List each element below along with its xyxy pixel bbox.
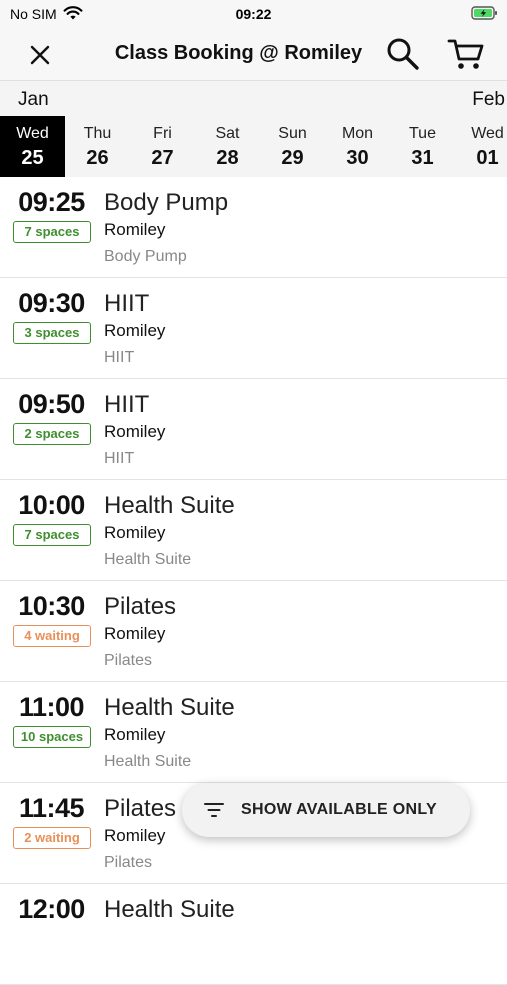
app-header: Class Booking @ Romiley <box>0 28 507 81</box>
month-label-left: Jan <box>18 89 49 110</box>
class-row[interactable]: 10:00 7 spaces Health Suite Romiley Heal… <box>0 480 507 581</box>
class-category: Health Suite <box>104 551 192 568</box>
cart-icon <box>447 39 484 69</box>
class-category: Body Pump <box>104 248 187 265</box>
class-row[interactable]: 10:30 4 waiting Pilates Romiley Pilates <box>0 581 507 682</box>
day-number: 30 <box>346 147 369 169</box>
class-row[interactable]: 09:30 3 spaces HIIT Romiley HIIT <box>0 278 507 379</box>
cart-button[interactable] <box>444 36 488 72</box>
day-name: Wed <box>16 125 49 142</box>
class-location: Romiley <box>104 220 166 239</box>
status-bar: No SIM 09:22 <box>0 0 507 28</box>
class-name: Health Suite <box>104 492 235 519</box>
class-time: 09:50 <box>18 389 85 419</box>
class-location: Romiley <box>104 725 166 744</box>
class-time: 12:00 <box>18 894 85 924</box>
day-fri-27[interactable]: Fri 27 <box>130 116 195 177</box>
month-label-right: Feb <box>472 89 505 110</box>
day-mon-30[interactable]: Mon 30 <box>325 116 390 177</box>
date-strip: Jan Feb Wed 25 Thu 26 Fri 27 Sat 28 Sun … <box>0 81 507 177</box>
class-location: Romiley <box>104 523 166 542</box>
class-name: Health Suite <box>104 694 235 721</box>
class-name: Pilates <box>104 795 177 822</box>
class-name: HIIT <box>104 391 150 418</box>
search-icon <box>387 38 419 70</box>
day-name: Sat <box>215 125 240 142</box>
class-list: 09:25 7 spaces Body Pump Romiley Body Pu… <box>0 177 507 985</box>
day-tue-31[interactable]: Tue 31 <box>390 116 455 177</box>
day-number: 26 <box>86 147 109 169</box>
class-category: Pilates <box>104 652 153 669</box>
availability-badge: 3 spaces <box>13 322 91 344</box>
availability-badge: 7 spaces <box>13 221 91 243</box>
day-number: 25 <box>21 147 44 169</box>
class-location: Romiley <box>104 422 166 441</box>
class-time: 11:45 <box>18 793 85 823</box>
class-name: Pilates <box>104 593 177 620</box>
class-category: Health Suite <box>104 753 192 770</box>
class-row[interactable]: 11:00 10 spaces Health Suite Romiley Hea… <box>0 682 507 783</box>
class-location: Romiley <box>104 624 166 643</box>
clock: 09:22 <box>235 6 272 22</box>
class-category: Pilates <box>104 854 153 871</box>
day-sat-28[interactable]: Sat 28 <box>195 116 260 177</box>
day-name: Wed <box>471 125 504 142</box>
availability-badge: 2 spaces <box>13 423 91 445</box>
day-wed-01[interactable]: Wed 01 <box>455 116 507 177</box>
day-name: Tue <box>409 125 436 142</box>
availability-badge: 7 spaces <box>13 524 91 546</box>
class-name: Body Pump <box>104 189 229 216</box>
show-available-only-button[interactable]: SHOW AVAILABLE ONLY <box>182 783 470 837</box>
filter-icon <box>204 803 224 817</box>
availability-badge: 10 spaces <box>13 726 91 748</box>
day-name: Mon <box>341 125 374 142</box>
day-name: Fri <box>153 125 172 142</box>
day-wed-25[interactable]: Wed 25 <box>0 116 65 177</box>
class-location: Romiley <box>104 321 166 340</box>
day-number: 31 <box>411 147 434 169</box>
day-number: 01 <box>476 147 499 169</box>
availability-badge: 4 waiting <box>13 625 91 647</box>
battery-charging-icon <box>471 5 499 26</box>
day-name: Sun <box>278 125 307 142</box>
class-row[interactable]: 12:00 Health Suite <box>0 884 507 985</box>
class-location: Romiley <box>104 826 166 845</box>
search-button[interactable] <box>384 36 422 72</box>
class-name: HIIT <box>104 290 150 317</box>
class-time: 09:25 <box>18 187 85 217</box>
class-row[interactable]: 09:50 2 spaces HIIT Romiley HIIT <box>0 379 507 480</box>
day-sun-29[interactable]: Sun 29 <box>260 116 325 177</box>
class-time: 09:30 <box>18 288 85 318</box>
class-category: HIIT <box>104 349 135 366</box>
class-name: Health Suite <box>104 896 235 923</box>
day-number: 29 <box>281 147 304 169</box>
filter-button-label: SHOW AVAILABLE ONLY <box>241 801 437 818</box>
availability-badge: 2 waiting <box>13 827 91 849</box>
class-category: HIIT <box>104 450 135 467</box>
day-name: Thu <box>83 125 112 142</box>
day-number: 28 <box>216 147 239 169</box>
day-thu-26[interactable]: Thu 26 <box>65 116 130 177</box>
class-time: 10:30 <box>18 591 85 621</box>
class-row[interactable]: 09:25 7 spaces Body Pump Romiley Body Pu… <box>0 177 507 278</box>
class-time: 10:00 <box>18 490 85 520</box>
class-time: 11:00 <box>18 692 85 722</box>
day-number: 27 <box>151 147 174 169</box>
day-selector: Wed 25 Thu 26 Fri 27 Sat 28 Sun 29 Mon 3… <box>0 116 507 177</box>
